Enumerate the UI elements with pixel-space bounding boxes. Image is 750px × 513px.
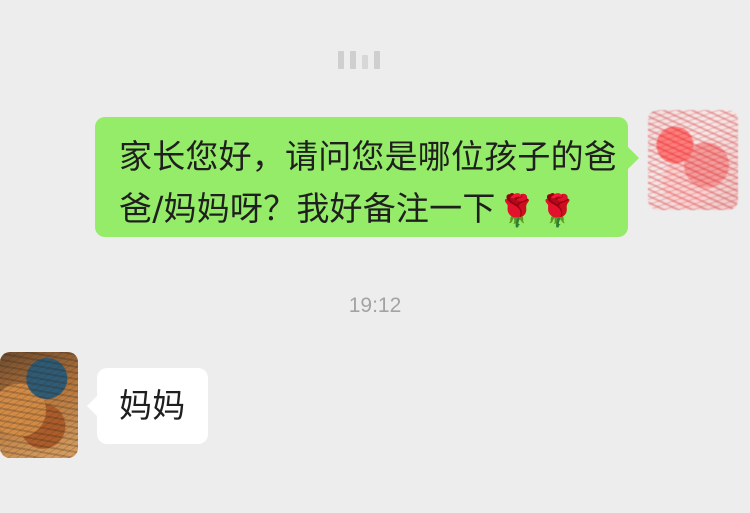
other-avatar[interactable] bbox=[0, 352, 78, 458]
marker-bar bbox=[362, 55, 368, 69]
marker-bar bbox=[338, 51, 344, 69]
top-marker bbox=[338, 45, 390, 69]
self-avatar[interactable] bbox=[648, 110, 738, 210]
marker-bar bbox=[350, 51, 356, 69]
self-message-bubble[interactable]: 家长您好，请问您是哪位孩子的爸 爸/妈妈呀？我好备注一下🌹🌹 bbox=[95, 117, 639, 237]
chat-window: 家长您好，请问您是哪位孩子的爸 爸/妈妈呀？我好备注一下🌹🌹 19:12 妈妈 bbox=[0, 0, 750, 513]
rose-icon: 🌹 bbox=[497, 193, 537, 229]
message-timestamp: 19:12 bbox=[348, 294, 402, 317]
rose-icon: 🌹 bbox=[538, 193, 578, 229]
self-message-line-1: 家长您好，请问您是哪位孩子的爸 bbox=[119, 137, 617, 176]
marker-bar bbox=[374, 51, 380, 69]
other-message-text: 妈妈 bbox=[119, 386, 186, 425]
self-message-line-2-text: 爸/妈妈呀？我好备注一下 bbox=[119, 189, 496, 228]
other-message-bubble[interactable]: 妈妈 bbox=[87, 368, 208, 444]
self-message-line-2: 爸/妈妈呀？我好备注一下🌹🌹 bbox=[119, 183, 608, 237]
